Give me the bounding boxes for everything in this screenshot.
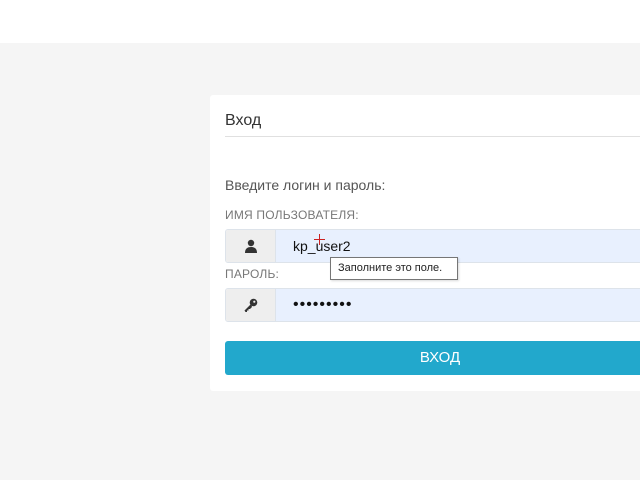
login-button[interactable]: ВХОД [225,341,640,375]
login-prompt: Введите логин и пароль: [225,177,386,193]
card-title: Вход [225,112,262,129]
username-label: ИМЯ ПОЛЬЗОВАТЕЛЯ: [225,208,359,222]
crosshair-cursor-icon [314,234,325,245]
key-icon [226,289,276,321]
validation-tooltip: Заполните это поле. [330,257,458,280]
top-bar [0,0,640,43]
title-divider [225,136,640,137]
user-icon [226,230,276,262]
password-label: ПАРОЛЬ: [225,267,280,281]
password-input[interactable] [276,289,640,321]
login-card: Вход Введите логин и пароль: ИМЯ ПОЛЬЗОВ… [210,95,640,391]
password-group [225,288,640,322]
